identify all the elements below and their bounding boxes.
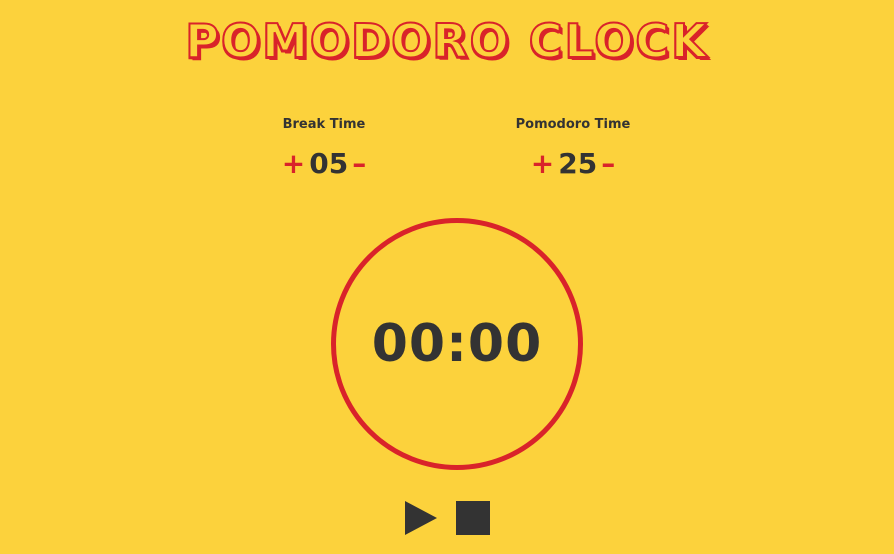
timer-display: 00:00 (371, 314, 543, 374)
pomodoro-time-row: + 25 – (463, 146, 683, 182)
pomodoro-time-value: 25 (558, 147, 598, 180)
pomodoro-time-label: Pomodoro Time (515, 117, 631, 132)
break-increment-button[interactable]: + (280, 146, 307, 182)
app-title: POMODORO CLOCK (184, 13, 709, 69)
stop-icon[interactable] (455, 500, 491, 536)
break-time-row: + 05 – (214, 146, 434, 182)
pomodoro-decrement-button[interactable]: – (599, 146, 617, 182)
timer-ring: 00:00 (331, 218, 583, 470)
pomodoro-time-setting: Pomodoro Time + 25 – (463, 115, 683, 182)
play-icon[interactable] (403, 500, 439, 536)
break-time-setting: Break Time + 05 – (214, 115, 434, 182)
break-decrement-button[interactable]: – (350, 146, 368, 182)
timer-controls (0, 500, 894, 536)
break-time-value: 05 (309, 147, 349, 180)
pomodoro-increment-button[interactable]: + (529, 146, 556, 182)
break-time-label: Break Time (282, 117, 366, 132)
